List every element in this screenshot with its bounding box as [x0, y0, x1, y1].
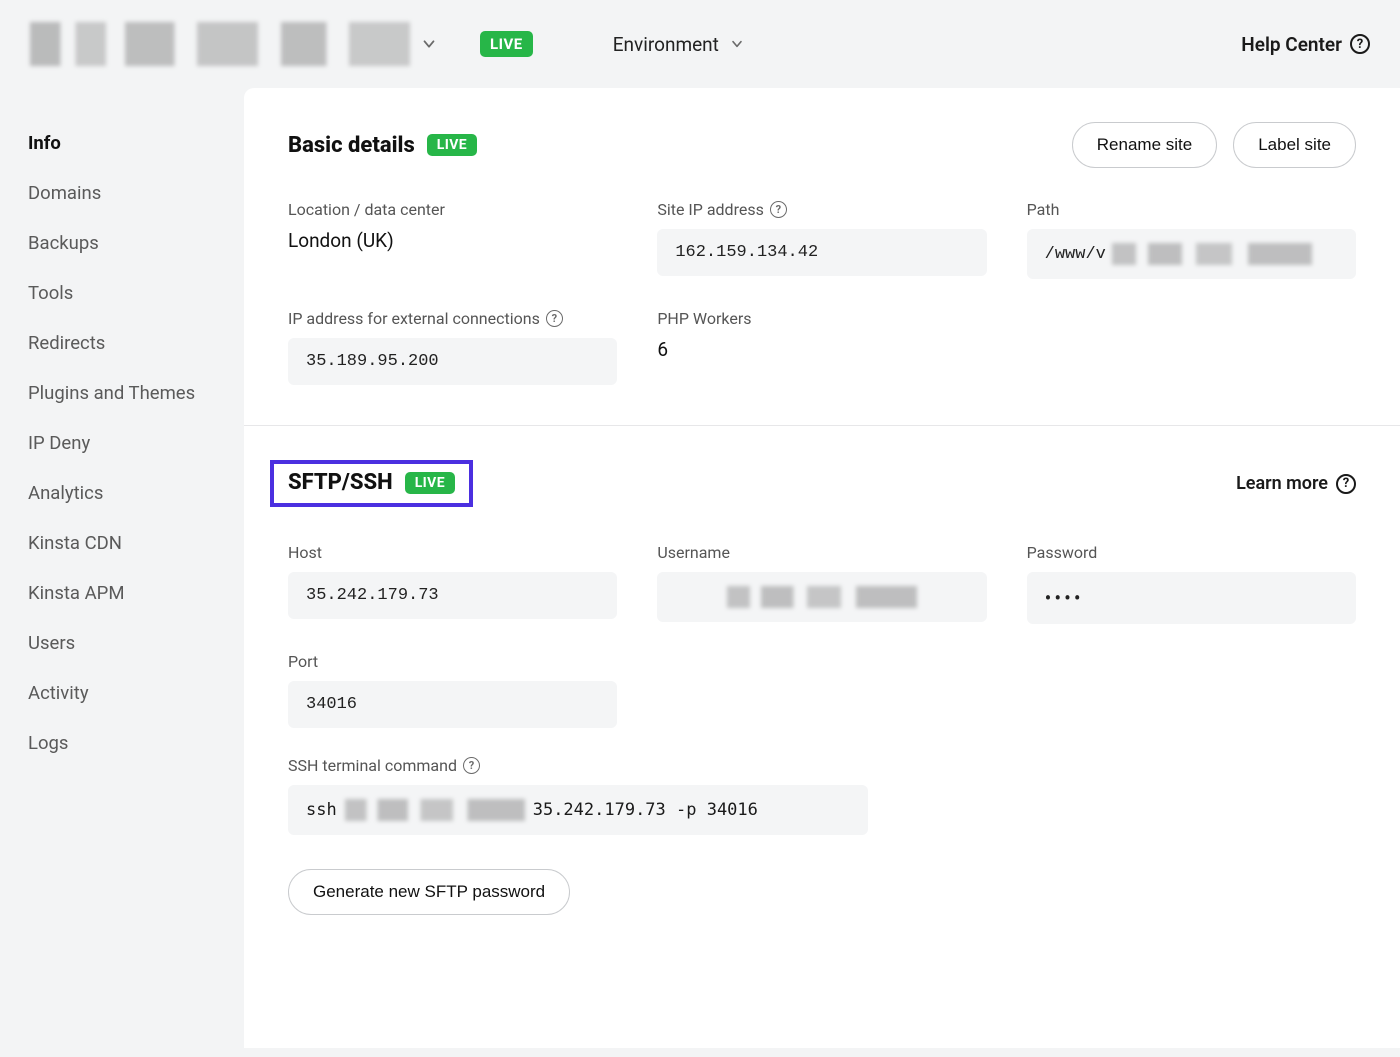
- sidebar-item-label: Domains: [28, 182, 101, 204]
- sidebar-item-tools[interactable]: Tools: [28, 268, 244, 318]
- help-icon[interactable]: ?: [463, 757, 480, 774]
- sidebar-item-redirects[interactable]: Redirects: [28, 318, 244, 368]
- help-center-link[interactable]: Help Center ?: [1241, 33, 1370, 56]
- sidebar-item-logs[interactable]: Logs: [28, 718, 244, 768]
- sidebar-item-label: Kinsta CDN: [28, 532, 122, 554]
- field-host: Host 35.242.179.73: [288, 543, 617, 624]
- field-value[interactable]: /www/v: [1027, 229, 1356, 279]
- sidebar-item-label: Activity: [28, 682, 89, 704]
- site-selector[interactable]: [30, 22, 460, 66]
- sidebar-item-label: IP Deny: [28, 432, 90, 454]
- field-label: Port: [288, 652, 617, 671]
- live-badge: LIVE: [405, 472, 455, 494]
- generate-sftp-password-button[interactable]: Generate new SFTP password: [288, 869, 570, 915]
- sidebar-item-backups[interactable]: Backups: [28, 218, 244, 268]
- learn-more-link[interactable]: Learn more ?: [1236, 473, 1356, 494]
- sftp-title: SFTP/SSH: [288, 470, 393, 495]
- help-icon: ?: [1350, 34, 1370, 54]
- field-label: Path: [1027, 200, 1356, 219]
- help-icon: ?: [1336, 474, 1356, 494]
- username-redacted: [727, 586, 917, 608]
- path-redacted: [1112, 243, 1312, 265]
- field-password: Password ••••: [1027, 543, 1356, 624]
- sidebar-item-label: Logs: [28, 732, 68, 754]
- field-value[interactable]: ••••: [1027, 572, 1356, 624]
- sidebar-item-label: Kinsta APM: [28, 582, 124, 604]
- label-site-button[interactable]: Label site: [1233, 122, 1356, 168]
- field-location: Location / data center London (UK): [288, 200, 617, 279]
- environment-selector[interactable]: Environment: [613, 33, 745, 56]
- live-badge: LIVE: [480, 31, 533, 57]
- live-badge: LIVE: [427, 134, 477, 156]
- field-label: SSH terminal command ?: [288, 756, 987, 775]
- learn-more-label: Learn more: [1236, 473, 1328, 494]
- sidebar-item-kinsta-apm[interactable]: Kinsta APM: [28, 568, 244, 618]
- field-label: IP address for external connections ?: [288, 309, 617, 328]
- sidebar-item-info[interactable]: Info: [28, 118, 244, 168]
- sidebar-item-domains[interactable]: Domains: [28, 168, 244, 218]
- sidebar-item-activity[interactable]: Activity: [28, 668, 244, 718]
- field-label: Username: [657, 543, 986, 562]
- basic-details-title: Basic details: [288, 133, 415, 158]
- field-label: Password: [1027, 543, 1356, 562]
- chevron-down-icon: [420, 35, 438, 53]
- sidebar-item-label: Backups: [28, 232, 99, 254]
- sftp-ssh-panel: SFTP/SSH LIVE Learn more ? Host 35.242.1…: [244, 426, 1400, 955]
- sidebar-item-label: Analytics: [28, 482, 103, 504]
- field-value[interactable]: ssh 35.242.179.73 -p 34016: [288, 785, 868, 835]
- help-center-label: Help Center: [1241, 33, 1342, 56]
- field-ssh-command: SSH terminal command ? ssh 35.242.179.73…: [288, 756, 987, 835]
- field-label: Site IP address ?: [657, 200, 986, 219]
- sidebar-item-label: Tools: [28, 282, 73, 304]
- environment-label: Environment: [613, 33, 719, 56]
- field-value: 6: [657, 338, 986, 361]
- help-icon[interactable]: ?: [546, 310, 563, 327]
- sidebar-item-plugins-themes[interactable]: Plugins and Themes: [28, 368, 244, 418]
- basic-details-panel: Basic details LIVE Rename site Label sit…: [244, 88, 1400, 426]
- field-label: Location / data center: [288, 200, 617, 219]
- sidebar-item-label: Info: [28, 132, 61, 154]
- top-bar: LIVE Environment Help Center ?: [0, 0, 1400, 88]
- sidebar: Info Domains Backups Tools Redirects Plu…: [0, 88, 244, 1048]
- field-port: Port 34016: [288, 652, 617, 728]
- field-value[interactable]: 35.189.95.200: [288, 338, 617, 385]
- sftp-title-highlight: SFTP/SSH LIVE: [270, 460, 473, 507]
- sidebar-item-label: Users: [28, 632, 75, 654]
- field-value[interactable]: 162.159.134.42: [657, 229, 986, 276]
- field-site-ip: Site IP address ? 162.159.134.42: [657, 200, 986, 279]
- sidebar-item-analytics[interactable]: Analytics: [28, 468, 244, 518]
- sidebar-item-label: Redirects: [28, 332, 105, 354]
- site-name-redacted: [30, 22, 410, 66]
- field-path: Path /www/v: [1027, 200, 1356, 279]
- ssh-user-redacted: [345, 799, 525, 821]
- sidebar-item-label: Plugins and Themes: [28, 382, 195, 404]
- chevron-down-icon: [729, 36, 745, 52]
- sidebar-item-ip-deny[interactable]: IP Deny: [28, 418, 244, 468]
- help-icon[interactable]: ?: [770, 201, 787, 218]
- field-value[interactable]: [657, 572, 986, 622]
- field-label: Host: [288, 543, 617, 562]
- field-value: London (UK): [288, 229, 617, 252]
- rename-site-button[interactable]: Rename site: [1072, 122, 1217, 168]
- sidebar-item-users[interactable]: Users: [28, 618, 244, 668]
- field-php-workers: PHP Workers 6: [657, 309, 986, 385]
- field-value[interactable]: 34016: [288, 681, 617, 728]
- field-label: PHP Workers: [657, 309, 986, 328]
- field-value[interactable]: 35.242.179.73: [288, 572, 617, 619]
- sidebar-item-kinsta-cdn[interactable]: Kinsta CDN: [28, 518, 244, 568]
- field-external-ip: IP address for external connections ? 35…: [288, 309, 617, 385]
- main-content: Basic details LIVE Rename site Label sit…: [244, 88, 1400, 1048]
- field-username: Username: [657, 543, 986, 624]
